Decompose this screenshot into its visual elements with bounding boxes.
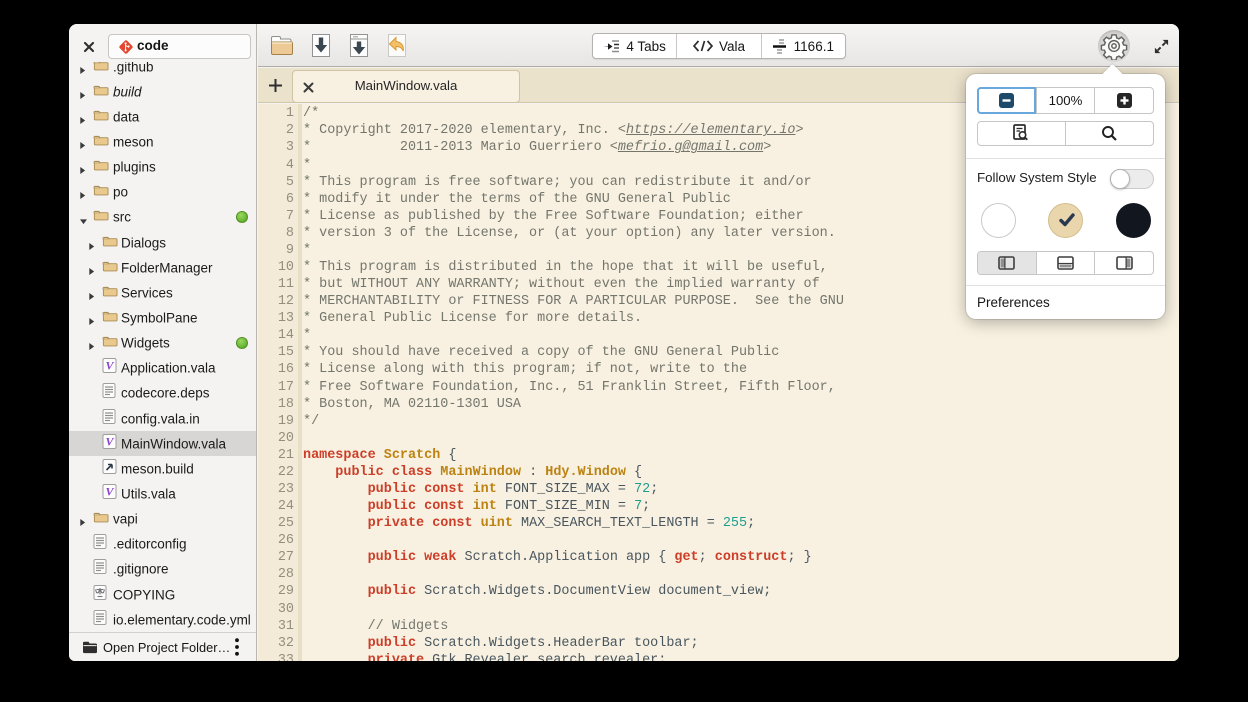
svg-text:V: V bbox=[105, 359, 114, 373]
svg-text:V: V bbox=[105, 434, 114, 448]
svg-text:V: V bbox=[105, 484, 114, 498]
